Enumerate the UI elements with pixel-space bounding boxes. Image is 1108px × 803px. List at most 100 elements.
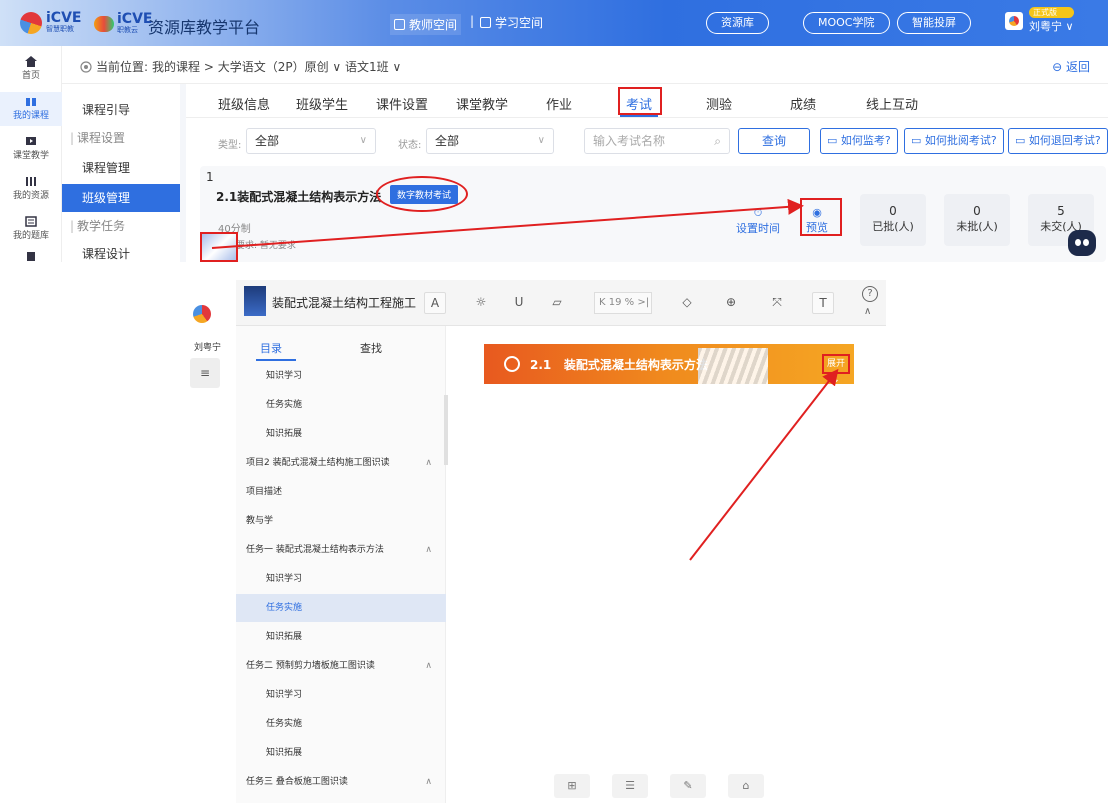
collapse-toolbar-icon[interactable]: ∧ [864,306,871,317]
help-icon[interactable]: ? [862,286,878,302]
toc-item[interactable]: 知识拓展 [236,420,446,448]
how-to-return-button[interactable]: ▭ 如何退回考试? [1008,128,1108,154]
user-menu[interactable]: 正式版 刘粤宁 ∨ [1005,7,1074,34]
chevron-up-icon[interactable]: ∧ [425,536,432,564]
status-filter-select[interactable]: 全部 ∨ [426,128,554,154]
nav-home[interactable]: 首页 [0,52,62,86]
menu-course-guide[interactable]: 课程引导 [62,96,180,124]
zoom-icon[interactable]: ⊕ [720,292,742,314]
nav-classroom[interactable]: 课堂教学 [0,132,62,166]
toc-scrollbar[interactable] [444,395,448,465]
tab-catalog[interactable]: 目录 [260,340,282,356]
back-label: 返回 [1065,60,1090,74]
toc-item-label: 知识学习 [266,690,303,700]
more-icon [27,252,35,261]
teacher-space-button[interactable]: 教师空间 [390,14,462,35]
menu-course-management[interactable]: 课程管理 [62,154,180,182]
chevron-up-icon[interactable]: ∧ [425,449,432,477]
book-cover [244,286,266,316]
zjy-logo[interactable]: iCVE 职教云 [94,12,152,35]
toc-item[interactable]: 知识拓展 [236,739,446,767]
list-icon[interactable]: ☰ [612,774,648,798]
tab-class-students[interactable]: 班级学生 [296,94,348,113]
course-icon [26,98,36,106]
type-filter-select[interactable]: 全部 ∨ [246,128,376,154]
menu-class-management[interactable]: 班级管理 [62,184,180,212]
menu-collapse-icon: ≡ [199,366,211,380]
toc-item[interactable]: 项目描述 [236,478,446,506]
eraser-icon[interactable]: ◇ [676,292,698,314]
logo-text: iCVE [46,10,82,26]
edit-icon[interactable]: ✎ [670,774,706,798]
set-time-button[interactable]: ⏱ 设置时间 [736,206,780,236]
clock-icon: ⏱ [753,206,763,219]
tab-classroom-teaching[interactable]: 课堂教学 [456,94,508,113]
nav-resource[interactable]: 我的资源 [0,172,62,206]
note-icon[interactable]: ▱ [546,292,568,314]
toc-item[interactable]: 知识学习 [236,565,446,593]
toc-item[interactable]: 教与学 [236,507,446,535]
text-mode-icon[interactable]: T [812,292,834,314]
chevron-up-icon[interactable]: ∧ [425,652,432,680]
tab-homework[interactable]: 作业 [546,94,572,113]
mindmap-icon[interactable]: ⊞ [554,774,590,798]
class-tabs: 班级信息 班级学生 课件设置 课堂教学 作业 考试 测验 成绩 线上互动 [186,84,1108,118]
nav-my-course-label: 我的课程 [12,111,49,121]
query-button[interactable]: 查询 [738,128,810,154]
tag-icon[interactable]: ⌂ [728,774,764,798]
stat-ungraded-count: 0 [973,204,981,218]
page-zoom-control[interactable]: K 19 % >| [594,292,652,314]
mooc-button[interactable]: MOOC学院 [803,12,890,34]
tab-class-info[interactable]: 班级信息 [218,94,270,113]
expand-button[interactable]: 展开↓ [822,354,850,385]
nav-question-bank[interactable]: 我的题库 [0,212,62,246]
menu-group-course-settings: 课程设置 [62,124,180,152]
icve-logo[interactable]: iCVE 智慧职教 [20,10,82,34]
toc-item[interactable]: 知识学习 [236,362,446,390]
toc-toggle-button[interactable]: ≡ [190,358,220,388]
zoom-value: K 19 % >| [599,297,650,308]
nav-question-bank-label: 我的题库 [12,231,49,241]
toc-item-label: 知识拓展 [266,748,303,758]
toc-item[interactable]: 任务一 装配式混凝土结构表示方法 ∧ [236,536,446,564]
student-space-button[interactable]: 学习空间 [480,14,543,31]
top-header: iCVE 智慧职教 iCVE 职教云 资源库教学平台 教师空间 | 学习空间 资… [0,0,1108,46]
toc-item[interactable]: 任务实施 [236,391,446,419]
smart-cast-button[interactable]: 智能投屏 [897,12,971,34]
brightness-icon[interactable]: ☼ [470,292,492,314]
type-filter-value: 全部 [255,134,280,148]
tab-online-interaction[interactable]: 线上互动 [866,94,918,113]
resource-library-button[interactable]: 资源库 [706,12,769,34]
toc-item[interactable]: 任务三 叠合板施工图识读 ∧ [236,768,446,796]
toc-item[interactable]: 任务实施 [236,594,446,622]
toc-item[interactable]: 知识拓展 [236,623,446,651]
chevron-up-icon[interactable]: ∧ [425,768,432,796]
assistant-robot-icon[interactable] [1068,230,1096,256]
breadcrumb-path[interactable]: 我的课程 > 大学语文（2P）原创 ∨ 语文1班 ∨ [152,58,401,75]
book-title: 装配式混凝土结构工程施工 [272,296,417,310]
video-icon: ▭ [827,134,841,147]
tab-grades[interactable]: 成绩 [790,94,816,113]
back-button[interactable]: ⊖ 返回 [1052,58,1090,75]
resource-icon [26,177,36,186]
set-time-label: 设置时间 [736,222,780,235]
exam-title[interactable]: 2.1装配式混凝土结构表示方法 [216,188,381,205]
toc-item[interactable]: 任务实施 [236,710,446,738]
stat-graded: 0 已批(人) [860,194,926,246]
underline-icon[interactable]: U [508,292,530,314]
toc-item[interactable]: 知识学习 [236,681,446,709]
how-to-grade-button[interactable]: ▭ 如何批阅考试? [904,128,1004,154]
font-button[interactable]: A [424,292,446,314]
search-placeholder: 输入考试名称 [593,134,666,148]
menu-course-design[interactable]: 课程设计 [62,240,180,268]
toc-item[interactable]: 项目2 装配式混凝土结构施工图识读 ∧ [236,449,446,477]
tab-search[interactable]: 查找 [360,340,382,356]
how-to-proctor-button[interactable]: ▭ 如何监考? [820,128,898,154]
tab-courseware-settings[interactable]: 课件设置 [376,94,428,113]
tab-quiz[interactable]: 测验 [706,94,732,113]
exam-search-input[interactable]: 输入考试名称 ⌕ [584,128,730,154]
nav-more[interactable] [0,250,62,262]
toc-item[interactable]: 任务二 预制剪力墙板施工图识读 ∧ [236,652,446,680]
nav-my-course[interactable]: 我的课程 [0,92,62,126]
fullscreen-icon[interactable]: ⤧ [766,292,788,314]
